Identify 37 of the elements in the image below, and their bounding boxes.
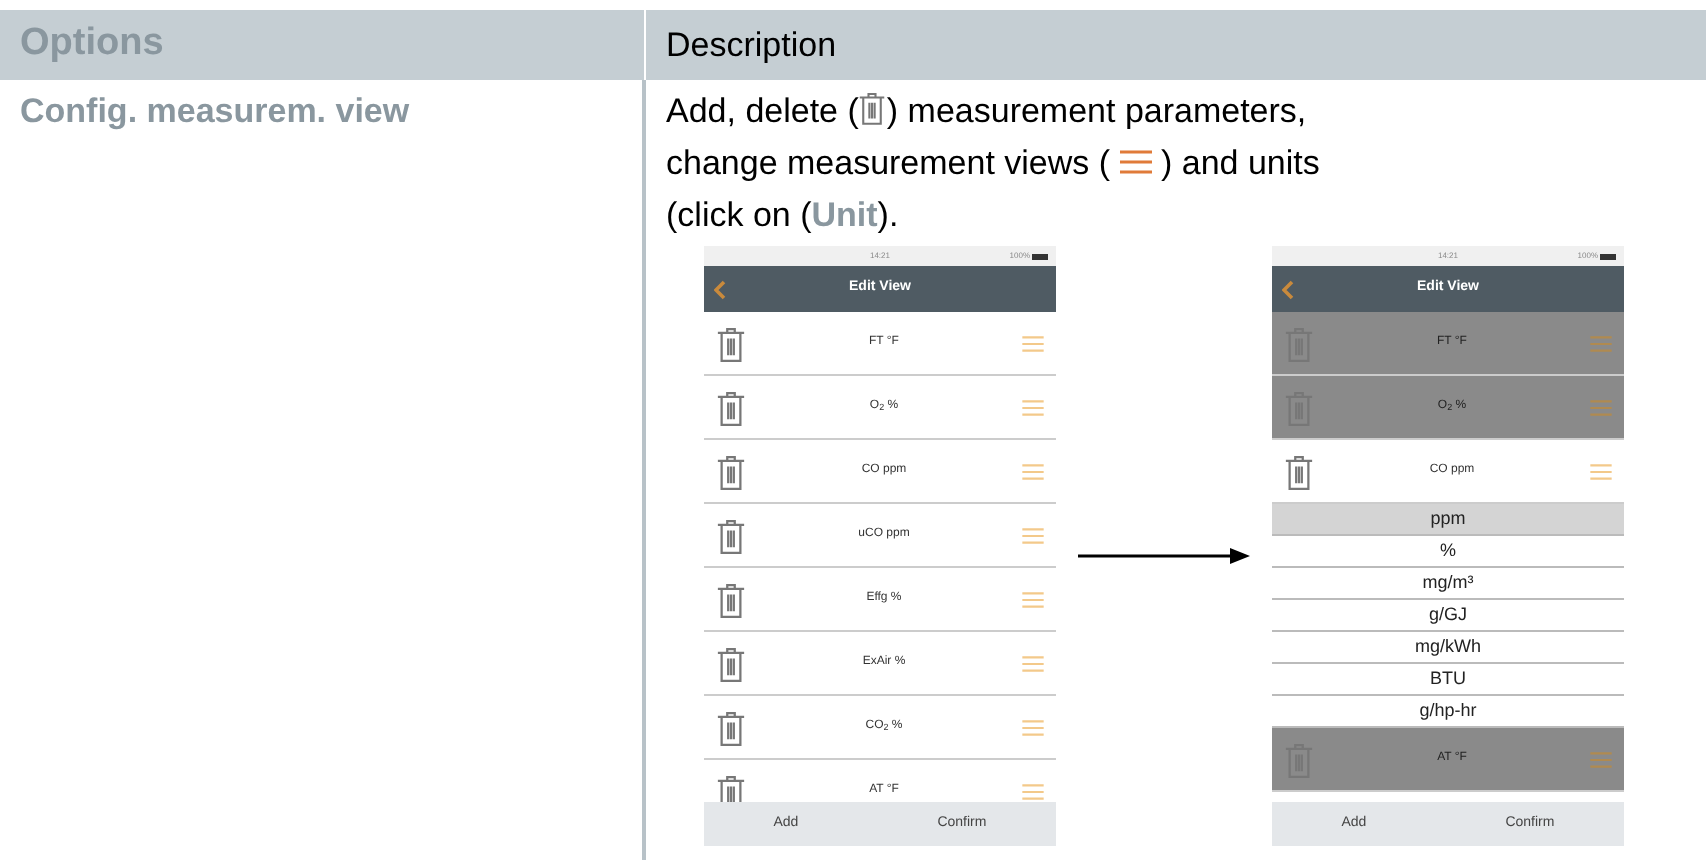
trash-icon [716,771,746,802]
drag-handle-icon[interactable] [1590,399,1612,415]
list-lines-icon [1119,150,1152,174]
drag-handle-icon[interactable] [1590,751,1612,767]
trash-icon [858,90,887,126]
back-icon[interactable] [1282,280,1294,300]
trash-icon [716,515,746,555]
option-name: Config. measurem. view [20,92,410,130]
trash-icon [716,707,746,747]
drag-handle-icon[interactable] [1022,335,1044,351]
drag-handle-icon[interactable] [1022,783,1044,799]
trash-icon [1284,451,1314,491]
trash-icon [716,643,746,683]
column-header: Options [20,20,164,69]
description-text: ) measurement parameters, [886,92,1307,130]
drag-handle-icon[interactable] [1590,463,1612,479]
drag-handle-icon[interactable] [1022,655,1044,671]
trash-icon [716,451,746,491]
trash-icon [716,323,746,363]
back-icon[interactable] [714,280,726,300]
drag-handle-icon[interactable] [1590,335,1612,351]
trash-icon [716,387,746,427]
column-header: Description [666,23,837,68]
drag-handle-icon[interactable] [1022,527,1044,543]
trash-icon [716,579,746,619]
drag-handle-icon[interactable] [1022,399,1044,415]
description-text: (click on (Unit). [666,196,899,234]
arrow-icon [1078,548,1250,564]
description-text: ) and units [1159,144,1320,182]
unit-option[interactable]: ppm [1272,504,1624,536]
description-text: change measurement views ( [666,144,1113,182]
description-text: Add, delete ( [666,92,859,130]
drag-handle-icon[interactable] [1022,463,1044,479]
drag-handle-icon[interactable] [1022,719,1044,735]
battery-icon [1032,253,1048,259]
drag-handle-icon[interactable] [1022,591,1044,607]
battery-icon [1600,253,1616,259]
